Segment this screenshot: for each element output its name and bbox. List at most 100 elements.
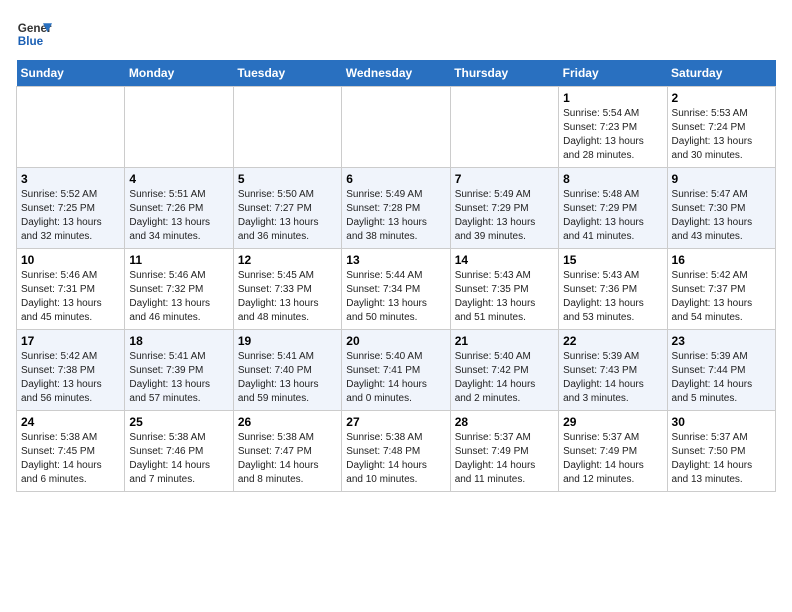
calendar-cell xyxy=(342,87,450,168)
calendar-cell: 10Sunrise: 5:46 AMSunset: 7:31 PMDayligh… xyxy=(17,249,125,330)
day-info: Sunrise: 5:37 AMSunset: 7:49 PMDaylight:… xyxy=(563,431,662,487)
calendar-cell: 18Sunrise: 5:41 AMSunset: 7:39 PMDayligh… xyxy=(125,330,233,411)
calendar-cell: 17 Sunrise: 5:42 AMSunset: 7:38 PMDayligh… xyxy=(17,330,125,411)
weekday-header-monday: Monday xyxy=(125,60,233,87)
calendar-cell: 8 Sunrise: 5:48 AMSunset: 7:29 PMDaylight… xyxy=(559,168,667,249)
day-info: Sunrise: 5:54 AMSunset: 7:23 PMDaylight:… xyxy=(563,107,662,163)
calendar-cell: 22 Sunrise: 5:39 AMSunset: 7:43 PMDayligh… xyxy=(559,330,667,411)
day-info: Sunrise: 5:51 AMSunset: 7:26 PMDaylight:… xyxy=(129,188,228,244)
calendar-cell xyxy=(233,87,341,168)
calendar-week-4: 24Sunrise: 5:38 AMSunset: 7:45 PMDayligh… xyxy=(17,411,776,492)
day-info: Sunrise: 5:37 AMSunset: 7:50 PMDaylight:… xyxy=(672,431,771,487)
day-number: 23 xyxy=(672,334,771,348)
day-number: 24 xyxy=(21,415,120,429)
day-number: 2 xyxy=(672,91,771,105)
day-number: 19 xyxy=(238,334,337,348)
weekday-header-friday: Friday xyxy=(559,60,667,87)
svg-text:Blue: Blue xyxy=(18,35,44,48)
calendar-week-2: 10Sunrise: 5:46 AMSunset: 7:31 PMDayligh… xyxy=(17,249,776,330)
day-number: 8 xyxy=(563,172,662,186)
day-number: 22 xyxy=(563,334,662,348)
day-number: 7 xyxy=(455,172,554,186)
weekday-header-thursday: Thursday xyxy=(450,60,558,87)
calendar-cell: 30 Sunrise: 5:37 AMSunset: 7:50 PMDayligh… xyxy=(667,411,775,492)
weekday-header-wednesday: Wednesday xyxy=(342,60,450,87)
calendar-cell: 20Sunrise: 5:40 AMSunset: 7:41 PMDayligh… xyxy=(342,330,450,411)
day-number: 27 xyxy=(346,415,445,429)
weekday-header-sunday: Sunday xyxy=(17,60,125,87)
day-info: Sunrise: 5:46 AMSunset: 7:32 PMDaylight:… xyxy=(129,269,228,325)
day-info: Sunrise: 5:40 AMSunset: 7:41 PMDaylight:… xyxy=(346,350,445,406)
day-info: Sunrise: 5:40 AMSunset: 7:42 PMDaylight:… xyxy=(455,350,554,406)
day-info: Sunrise: 5:39 AMSunset: 7:43 PMDaylight:… xyxy=(563,350,662,406)
calendar-cell: 21 Sunrise: 5:40 AMSunset: 7:42 PMDayligh… xyxy=(450,330,558,411)
calendar-cell: 11 Sunrise: 5:46 AMSunset: 7:32 PMDayligh… xyxy=(125,249,233,330)
weekday-header-saturday: Saturday xyxy=(667,60,775,87)
calendar-cell: 19Sunrise: 5:41 AMSunset: 7:40 PMDayligh… xyxy=(233,330,341,411)
day-number: 29 xyxy=(563,415,662,429)
day-number: 13 xyxy=(346,253,445,267)
calendar-week-1: 3Sunrise: 5:52 AMSunset: 7:25 PMDaylight… xyxy=(17,168,776,249)
weekday-header-tuesday: Tuesday xyxy=(233,60,341,87)
day-number: 15 xyxy=(563,253,662,267)
calendar-cell: 1 Sunrise: 5:54 AMSunset: 7:23 PMDaylight… xyxy=(559,87,667,168)
day-info: Sunrise: 5:42 AMSunset: 7:38 PMDaylight:… xyxy=(21,350,120,406)
calendar-cell: 7Sunrise: 5:49 AMSunset: 7:29 PMDaylight… xyxy=(450,168,558,249)
day-info: Sunrise: 5:49 AMSunset: 7:28 PMDaylight:… xyxy=(346,188,445,244)
logo: General Blue xyxy=(16,16,52,52)
day-number: 9 xyxy=(672,172,771,186)
day-number: 1 xyxy=(563,91,662,105)
calendar-cell: 9 Sunrise: 5:47 AMSunset: 7:30 PMDaylight… xyxy=(667,168,775,249)
day-info: Sunrise: 5:53 AMSunset: 7:24 PMDaylight:… xyxy=(672,107,771,163)
page-header: General Blue xyxy=(16,16,776,52)
day-number: 4 xyxy=(129,172,228,186)
day-number: 12 xyxy=(238,253,337,267)
day-info: Sunrise: 5:43 AMSunset: 7:35 PMDaylight:… xyxy=(455,269,554,325)
day-info: Sunrise: 5:47 AMSunset: 7:30 PMDaylight:… xyxy=(672,188,771,244)
day-info: Sunrise: 5:43 AMSunset: 7:36 PMDaylight:… xyxy=(563,269,662,325)
day-info: Sunrise: 5:48 AMSunset: 7:29 PMDaylight:… xyxy=(563,188,662,244)
day-info: Sunrise: 5:44 AMSunset: 7:34 PMDaylight:… xyxy=(346,269,445,325)
calendar-cell: 28 Sunrise: 5:37 AMSunset: 7:49 PMDayligh… xyxy=(450,411,558,492)
day-info: Sunrise: 5:45 AMSunset: 7:33 PMDaylight:… xyxy=(238,269,337,325)
day-info: Sunrise: 5:42 AMSunset: 7:37 PMDaylight:… xyxy=(672,269,771,325)
calendar-cell: 23 Sunrise: 5:39 AMSunset: 7:44 PMDayligh… xyxy=(667,330,775,411)
day-info: Sunrise: 5:38 AMSunset: 7:47 PMDaylight:… xyxy=(238,431,337,487)
calendar-cell: 25 Sunrise: 5:38 AMSunset: 7:46 PMDayligh… xyxy=(125,411,233,492)
calendar-cell: 27 Sunrise: 5:38 AMSunset: 7:48 PMDayligh… xyxy=(342,411,450,492)
calendar-cell xyxy=(450,87,558,168)
calendar-cell: 14 Sunrise: 5:43 AMSunset: 7:35 PMDayligh… xyxy=(450,249,558,330)
calendar-body: 1 Sunrise: 5:54 AMSunset: 7:23 PMDaylight… xyxy=(17,87,776,492)
calendar-cell: 4 Sunrise: 5:51 AMSunset: 7:26 PMDaylight… xyxy=(125,168,233,249)
logo-icon: General Blue xyxy=(16,16,52,52)
calendar-cell: 26 Sunrise: 5:38 AMSunset: 7:47 PMDayligh… xyxy=(233,411,341,492)
calendar-cell xyxy=(17,87,125,168)
day-info: Sunrise: 5:50 AMSunset: 7:27 PMDaylight:… xyxy=(238,188,337,244)
day-info: Sunrise: 5:38 AMSunset: 7:46 PMDaylight:… xyxy=(129,431,228,487)
day-info: Sunrise: 5:52 AMSunset: 7:25 PMDaylight:… xyxy=(21,188,120,244)
day-info: Sunrise: 5:37 AMSunset: 7:49 PMDaylight:… xyxy=(455,431,554,487)
day-number: 26 xyxy=(238,415,337,429)
day-number: 11 xyxy=(129,253,228,267)
calendar-cell: 2 Sunrise: 5:53 AMSunset: 7:24 PMDaylight… xyxy=(667,87,775,168)
day-info: Sunrise: 5:38 AMSunset: 7:48 PMDaylight:… xyxy=(346,431,445,487)
day-number: 25 xyxy=(129,415,228,429)
calendar-cell: 5Sunrise: 5:50 AMSunset: 7:27 PMDaylight… xyxy=(233,168,341,249)
calendar-cell: 15 Sunrise: 5:43 AMSunset: 7:36 PMDayligh… xyxy=(559,249,667,330)
day-number: 28 xyxy=(455,415,554,429)
calendar-table: SundayMondayTuesdayWednesdayThursdayFrid… xyxy=(16,60,776,492)
calendar-cell: 6 Sunrise: 5:49 AMSunset: 7:28 PMDaylight… xyxy=(342,168,450,249)
calendar-cell: 16 Sunrise: 5:42 AMSunset: 7:37 PMDayligh… xyxy=(667,249,775,330)
day-number: 16 xyxy=(672,253,771,267)
calendar-cell: 29 Sunrise: 5:37 AMSunset: 7:49 PMDayligh… xyxy=(559,411,667,492)
day-number: 21 xyxy=(455,334,554,348)
calendar-cell xyxy=(125,87,233,168)
day-info: Sunrise: 5:46 AMSunset: 7:31 PMDaylight:… xyxy=(21,269,120,325)
day-number: 14 xyxy=(455,253,554,267)
calendar-header-row: SundayMondayTuesdayWednesdayThursdayFrid… xyxy=(17,60,776,87)
day-number: 17 xyxy=(21,334,120,348)
day-number: 6 xyxy=(346,172,445,186)
calendar-week-0: 1 Sunrise: 5:54 AMSunset: 7:23 PMDaylight… xyxy=(17,87,776,168)
day-number: 30 xyxy=(672,415,771,429)
day-info: Sunrise: 5:39 AMSunset: 7:44 PMDaylight:… xyxy=(672,350,771,406)
